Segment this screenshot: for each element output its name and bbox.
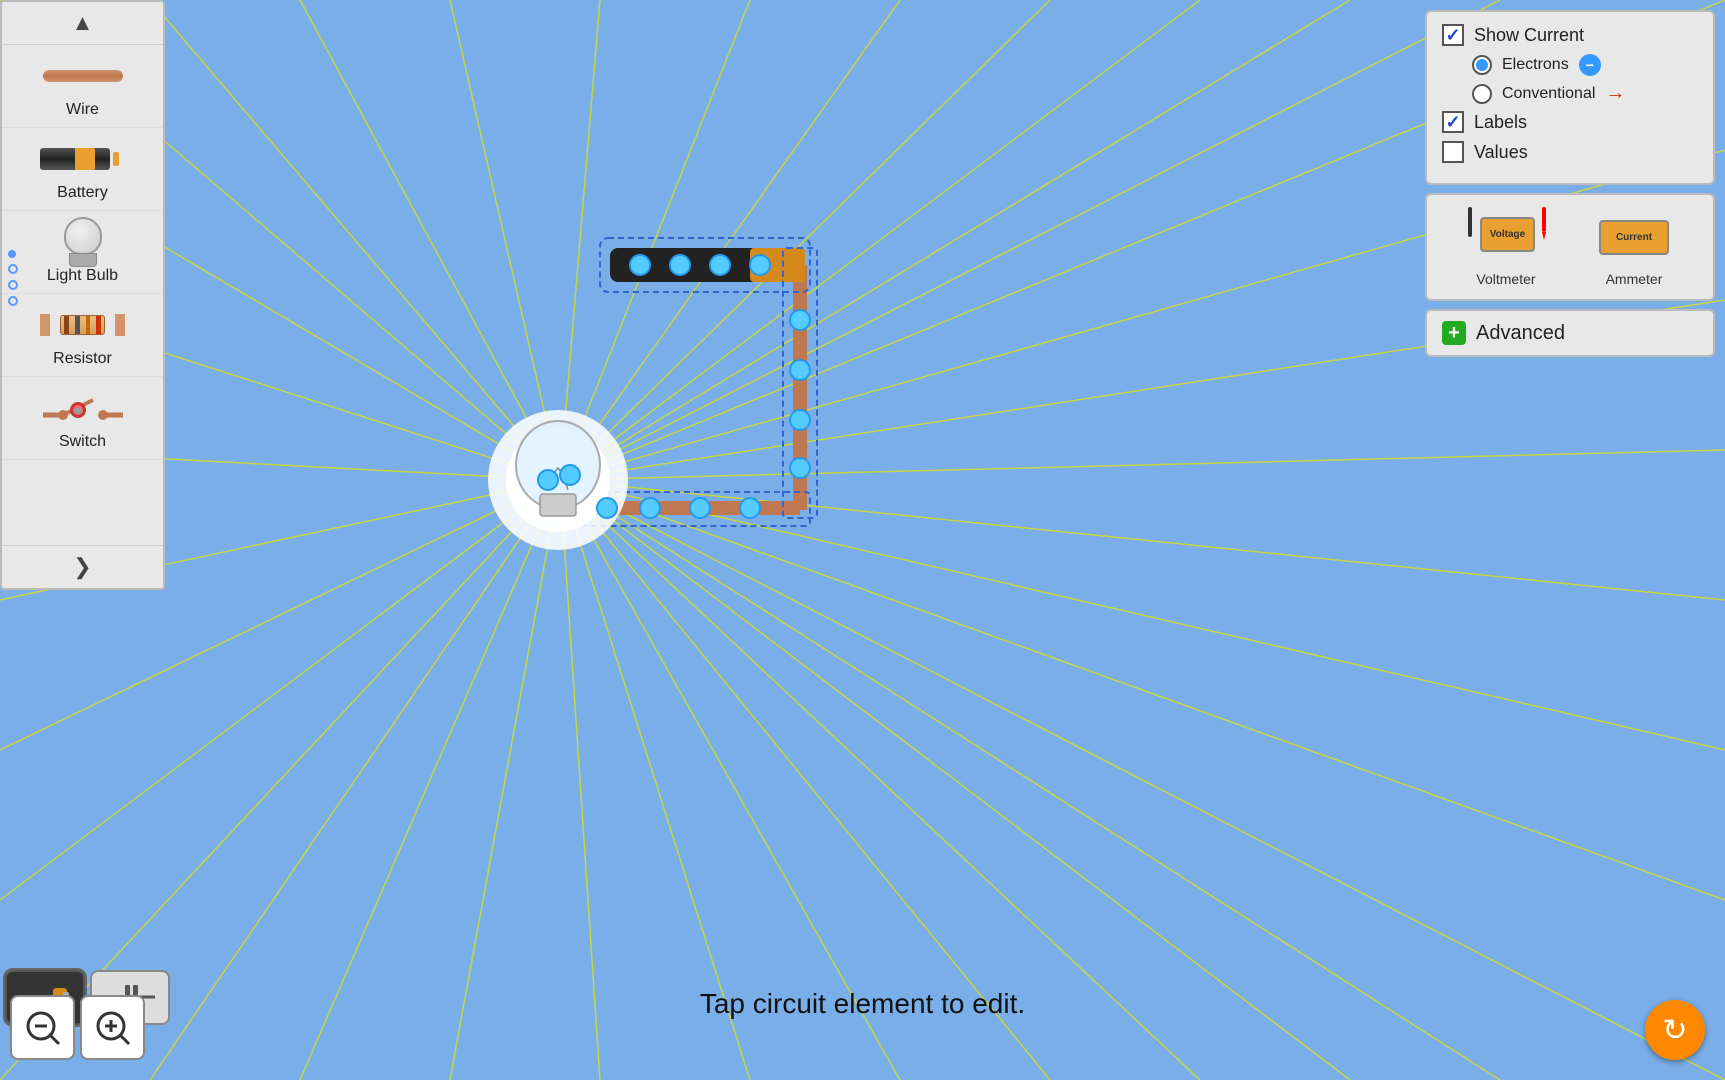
- refresh-icon: ↻: [1662, 1013, 1687, 1048]
- status-message: Tap circuit element to edit.: [700, 988, 1025, 1020]
- values-label: Values: [1474, 142, 1528, 163]
- battery-label: Battery: [57, 184, 108, 202]
- right-panel: ✓ Show Current Electrons − Conventional …: [1425, 10, 1715, 357]
- sidebar-item-wire[interactable]: Wire: [2, 45, 163, 128]
- sidebar-scroll-down[interactable]: ❯: [2, 545, 163, 588]
- zoom-controls: [10, 995, 145, 1060]
- conventional-row: Conventional →: [1472, 82, 1698, 105]
- voltmeter-item[interactable]: Voltage Voltmeter: [1466, 207, 1546, 287]
- sidebar-item-battery[interactable]: Battery: [2, 128, 163, 211]
- labels-label: Labels: [1474, 112, 1527, 133]
- wire-label: Wire: [66, 101, 99, 119]
- conventional-radio[interactable]: [1472, 84, 1492, 104]
- labels-check-mark: ✓: [1445, 112, 1460, 133]
- electrons-radio-dot: [1476, 59, 1488, 71]
- battery-icon: [40, 136, 125, 181]
- dot-4: [8, 296, 18, 306]
- switch-label: Switch: [59, 433, 106, 451]
- show-current-label: Show Current: [1474, 25, 1584, 46]
- ammeter-item[interactable]: Current Ammeter: [1594, 207, 1674, 287]
- sidebar-item-switch[interactable]: Switch: [2, 377, 163, 460]
- dots-indicator: [8, 250, 18, 306]
- light-bulb-label: Light Bulb: [47, 267, 118, 285]
- dot-3: [8, 280, 18, 290]
- dot-1: [8, 250, 16, 258]
- electron-icon: −: [1579, 54, 1601, 76]
- voltmeter-label: Voltmeter: [1476, 271, 1535, 287]
- electrons-radio[interactable]: [1472, 55, 1492, 75]
- ammeter-label: Ammeter: [1606, 271, 1663, 287]
- conventional-arrow-icon: →: [1605, 82, 1625, 105]
- electrons-label: Electrons: [1502, 56, 1569, 74]
- advanced-label: Advanced: [1476, 322, 1565, 345]
- show-current-row: ✓ Show Current: [1442, 24, 1698, 46]
- zoom-out-btn[interactable]: [10, 995, 75, 1060]
- voltmeter-graphic: Voltage: [1466, 207, 1546, 267]
- labels-row: ✓ Labels: [1442, 111, 1698, 133]
- meters-panel: Voltage Voltmeter Current Ammeter: [1425, 193, 1715, 301]
- sidebar-item-resistor[interactable]: Resistor: [2, 294, 163, 377]
- values-row: Values: [1442, 141, 1698, 163]
- electrons-row: Electrons −: [1472, 54, 1698, 76]
- zoom-in-btn[interactable]: [80, 995, 145, 1060]
- show-current-checkbox[interactable]: ✓: [1442, 24, 1464, 46]
- wire-icon: [43, 53, 123, 98]
- resistor-icon: [40, 302, 125, 347]
- dot-2: [8, 264, 18, 274]
- advanced-plus-icon: +: [1442, 321, 1466, 345]
- ammeter-display-text: Current: [1616, 232, 1652, 243]
- light-bulb-icon: [63, 219, 103, 264]
- resistor-label: Resistor: [53, 350, 112, 368]
- labels-checkbox[interactable]: ✓: [1442, 111, 1464, 133]
- conventional-label: Conventional: [1502, 85, 1595, 103]
- sidebar-item-light-bulb[interactable]: Light Bulb: [2, 211, 163, 294]
- ammeter-graphic: Current: [1594, 207, 1674, 267]
- refresh-button[interactable]: ↻: [1645, 1000, 1705, 1060]
- switch-icon: [38, 385, 128, 430]
- controls-panel: ✓ Show Current Electrons − Conventional …: [1425, 10, 1715, 185]
- voltmeter-display-text: Voltage: [1490, 229, 1525, 240]
- component-sidebar: ▲ Wire Battery Light Bulb: [0, 0, 165, 590]
- sidebar-scroll-up[interactable]: ▲: [2, 2, 163, 45]
- show-current-check-mark: ✓: [1445, 25, 1460, 46]
- values-checkbox[interactable]: [1442, 141, 1464, 163]
- advanced-panel[interactable]: + Advanced: [1425, 309, 1715, 357]
